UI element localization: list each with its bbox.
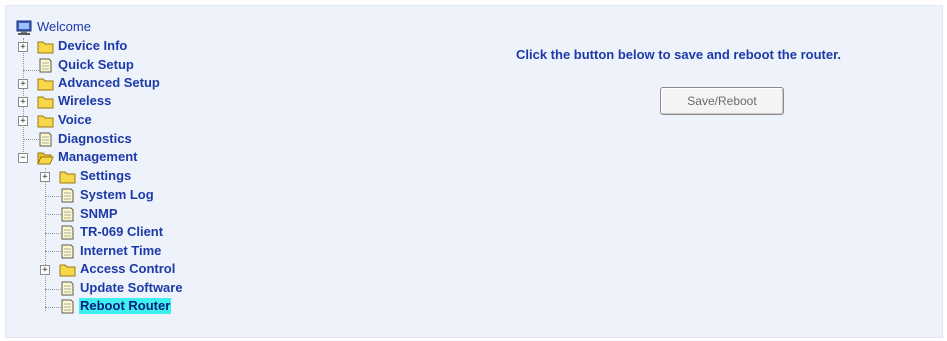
tree-item-label: Reboot Router [79,298,172,314]
folder-icon [59,169,76,184]
tree-item-label: Voice [58,112,92,127]
tree-item-tr069-client[interactable]: TR-069 Client [59,223,164,241]
tree-item-device-info[interactable]: Device Info [37,37,128,55]
folder-icon [37,39,54,54]
tree-item-label: Management [58,149,138,164]
folder-icon [59,262,76,277]
tree-item-internet-time[interactable]: Internet Time [59,242,162,260]
tree-item-label: Quick Setup [58,57,134,72]
expand-plus-icon[interactable]: + [40,172,50,182]
page-icon [37,132,54,147]
tree-item-management[interactable]: Management [37,148,138,166]
tree-item-label: Wireless [58,93,112,108]
tree-item-reboot-router[interactable]: Reboot Router [59,297,172,315]
instruction-text: Click the button below to save and reboo… [516,47,842,62]
page-icon [59,299,76,314]
tree-item-label: TR-069 Client [80,224,164,239]
page-icon [59,207,76,222]
expand-plus-icon[interactable]: + [40,265,50,275]
tree-item-snmp[interactable]: SNMP [59,205,119,223]
tree-item-welcome[interactable]: Welcome [16,18,92,36]
folder-icon [37,94,54,109]
tree-item-label: System Log [80,187,154,202]
collapse-minus-icon[interactable]: − [18,153,28,163]
tree-item-label: Diagnostics [58,131,132,146]
tree-item-diagnostics[interactable]: Diagnostics [37,130,133,148]
tree-item-update-software[interactable]: Update Software [59,279,184,297]
tree-item-label: Access Control [80,261,176,276]
folder-icon [37,76,54,91]
page-panel: Welcome + Device Info Quick Setup + Adva… [5,5,943,338]
page-icon [59,244,76,259]
tree-item-system-log[interactable]: System Log [59,186,155,204]
tree-item-settings[interactable]: Settings [59,167,132,185]
page-icon [59,225,76,240]
tree-item-label: Update Software [80,280,183,295]
tree-item-quick-setup[interactable]: Quick Setup [37,56,135,74]
tree-item-label: SNMP [80,206,118,221]
computer-icon [16,20,33,35]
page-icon [37,58,54,73]
folder-icon [37,113,54,128]
tree-item-advanced-setup[interactable]: Advanced Setup [37,74,161,92]
expand-plus-icon[interactable]: + [18,42,28,52]
tree-item-label: Advanced Setup [58,75,160,90]
tree-item-voice[interactable]: Voice [37,111,93,129]
open-folder-icon [37,150,54,165]
expand-plus-icon[interactable]: + [18,97,28,107]
expand-plus-icon[interactable]: + [18,116,28,126]
page-icon [59,281,76,296]
tree-item-label: Internet Time [80,243,162,258]
expand-plus-icon[interactable]: + [18,79,28,89]
tree-item-label: Settings [80,168,132,183]
page-icon [59,188,76,203]
tree-item-label: Welcome [37,19,91,34]
tree-item-access-control[interactable]: Access Control [59,260,176,278]
tree-item-label: Device Info [58,38,128,53]
save-reboot-button[interactable]: Save/Reboot [660,87,784,115]
tree-item-wireless[interactable]: Wireless [37,92,112,110]
